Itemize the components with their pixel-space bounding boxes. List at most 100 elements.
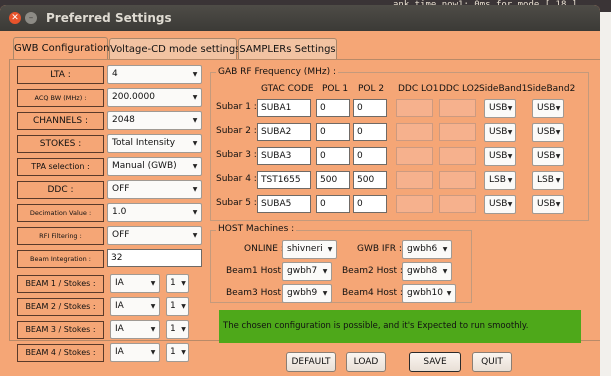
beam4-stokes-value: 1 — [170, 347, 176, 357]
beam4-stokes-label: BEAM 4 / Stokes : — [17, 344, 104, 362]
sideband2-combo[interactable]: USB ▼ — [532, 123, 564, 142]
sideband1-combo[interactable]: LSB ▼ — [484, 171, 516, 190]
pol2-input[interactable]: 0 — [353, 147, 387, 165]
subar-label: Subar 1 : — [216, 102, 257, 112]
beam-integration-input[interactable]: 32 — [107, 249, 202, 267]
pol1-input[interactable]: 0 — [316, 99, 350, 117]
gtac-code-input[interactable]: SUBA1 — [257, 99, 311, 117]
header-pol1: POL 1 — [322, 84, 349, 94]
rf-frequency-title: GAB RF Frequency (MHz) : — [216, 67, 338, 77]
beam3-host-combo[interactable]: gwbh9 ▼ — [282, 284, 332, 303]
pol1-input[interactable]: 0 — [316, 123, 350, 141]
stokes-combo[interactable]: Total Intensity ▼ — [107, 134, 202, 153]
chevron-down-icon: ▼ — [507, 177, 513, 184]
beam3-mode-combo[interactable]: IA ▼ — [110, 320, 160, 339]
gtac-code-input[interactable]: TST1655 — [257, 171, 311, 189]
beam4-mode-combo[interactable]: IA ▼ — [110, 343, 160, 362]
tpa-selection-combo[interactable]: Manual (GWB) ▼ — [107, 157, 202, 176]
gwb-ifr-value: gwbh6 — [407, 244, 438, 254]
beam1-host-combo[interactable]: gwbh7 ▼ — [282, 262, 332, 281]
background-window-edge — [600, 12, 611, 376]
lta-combo[interactable]: 4 ▼ — [107, 65, 202, 84]
window-title: Preferred Settings — [46, 11, 172, 25]
minimize-icon[interactable]: – — [25, 12, 37, 24]
acq-bw-label: ACQ BW (MHz) : — [17, 89, 104, 107]
tpa-selection-value: Manual (GWB) — [112, 161, 177, 171]
beam1-stokes-combo[interactable]: 1 ▼ — [166, 274, 189, 293]
beam2-mode-combo[interactable]: IA ▼ — [110, 297, 160, 316]
pol2-input[interactable]: 0 — [353, 195, 387, 213]
beam1-host-value: gwbh7 — [287, 266, 318, 276]
sideband1-combo[interactable]: USB ▼ — [484, 99, 516, 118]
chevron-down-icon: ▼ — [192, 209, 198, 216]
ddc-lo2-input — [439, 147, 476, 165]
default-button[interactable]: DEFAULT — [286, 352, 336, 372]
ddc-combo[interactable]: OFF ▼ — [107, 180, 202, 199]
channels-combo[interactable]: 2048 ▼ — [107, 111, 202, 130]
tab-samplers-settings[interactable]: SAMPLERs Settings — [238, 38, 337, 59]
ddc-lo2-input — [439, 123, 476, 141]
chevron-down-icon: ▼ — [322, 290, 328, 297]
sideband1-combo[interactable]: USB ▼ — [484, 147, 516, 166]
beam3-mode-value: IA — [115, 324, 124, 334]
subar-label: Subar 4 : — [216, 174, 257, 184]
chevron-down-icon: ▼ — [150, 280, 156, 287]
gtac-code-input[interactable]: SUBA2 — [257, 123, 311, 141]
pol1-input[interactable]: 0 — [316, 147, 350, 165]
chevron-down-icon: ▼ — [555, 105, 561, 112]
quit-button[interactable]: QUIT — [472, 352, 512, 372]
stokes-label: STOKES : — [17, 135, 104, 153]
preferred-settings-window: ✕ – Preferred Settings GWB Configuration… — [0, 5, 600, 376]
beam3-host-value: gwbh9 — [287, 288, 318, 298]
stokes-value: Total Intensity — [112, 138, 176, 148]
close-icon[interactable]: ✕ — [9, 12, 21, 24]
tpa-selection-label: TPA selection : — [17, 158, 104, 176]
chevron-down-icon: ▼ — [327, 246, 333, 253]
ddc-lo2-input — [439, 171, 476, 189]
decimation-combo[interactable]: 1.0 ▼ — [107, 203, 202, 222]
pol1-input[interactable]: 500 — [316, 171, 350, 189]
chevron-down-icon: ▼ — [442, 268, 448, 275]
decimation-value: 1.0 — [112, 207, 127, 217]
beam2-stokes-combo[interactable]: 1 ▼ — [166, 297, 189, 316]
chevron-down-icon: ▼ — [507, 105, 513, 112]
pol2-input[interactable]: 0 — [353, 99, 387, 117]
subar-label: Subar 5 : — [216, 198, 257, 208]
tab-gwb-configuration[interactable]: GWB Configuration — [13, 37, 110, 60]
pol2-input[interactable]: 0 — [353, 123, 387, 141]
chevron-down-icon: ▼ — [181, 349, 186, 356]
gwb-ifr-combo[interactable]: gwbh6 ▼ — [402, 240, 452, 259]
save-button[interactable]: SAVE — [409, 352, 461, 372]
sideband2-combo[interactable]: USB ▼ — [532, 195, 564, 214]
beam3-stokes-combo[interactable]: 1 ▼ — [166, 320, 189, 339]
gtac-code-input[interactable]: SUBA5 — [257, 195, 311, 213]
chevron-down-icon: ▼ — [555, 201, 561, 208]
acq-bw-combo[interactable]: 200.0000 ▼ — [107, 88, 202, 107]
tab-voltage-cd-mode[interactable]: Voltage-CD mode settings — [109, 38, 240, 59]
chevron-down-icon: ▼ — [181, 303, 186, 310]
sideband1-combo[interactable]: USB ▼ — [484, 195, 516, 214]
beam4-host-combo[interactable]: gwbh10 ▼ — [402, 284, 456, 303]
sideband2-combo[interactable]: USB ▼ — [532, 99, 564, 118]
gtac-code-input[interactable]: SUBA3 — [257, 147, 311, 165]
rfi-filtering-value: OFF — [112, 230, 130, 240]
online-combo[interactable]: shivneri ▼ — [282, 240, 337, 259]
pol2-input[interactable]: 500 — [353, 171, 387, 189]
online-label: ONLINE : — [244, 244, 284, 254]
rfi-filtering-combo[interactable]: OFF ▼ — [107, 226, 202, 245]
load-button[interactable]: LOAD — [346, 352, 386, 372]
beam1-mode-combo[interactable]: IA ▼ — [110, 274, 160, 293]
sideband2-combo[interactable]: USB ▼ — [532, 147, 564, 166]
rfi-filtering-label: RFI Filtering : — [17, 227, 104, 245]
beam1-host-label: Beam1 Host : — [226, 266, 287, 276]
status-message: The chosen configuration is possible, an… — [219, 310, 581, 343]
sideband1-combo[interactable]: USB ▼ — [484, 123, 516, 142]
ddc-value: OFF — [112, 184, 130, 194]
chevron-down-icon: ▼ — [192, 232, 198, 239]
pol1-input[interactable]: 0 — [316, 195, 350, 213]
beam4-stokes-combo[interactable]: 1 ▼ — [166, 343, 189, 362]
chevron-down-icon: ▼ — [555, 177, 561, 184]
beam2-host-combo[interactable]: gwbh8 ▼ — [402, 262, 452, 281]
title-bar[interactable]: ✕ – Preferred Settings — [0, 5, 600, 31]
sideband2-combo[interactable]: LSB ▼ — [532, 171, 564, 190]
